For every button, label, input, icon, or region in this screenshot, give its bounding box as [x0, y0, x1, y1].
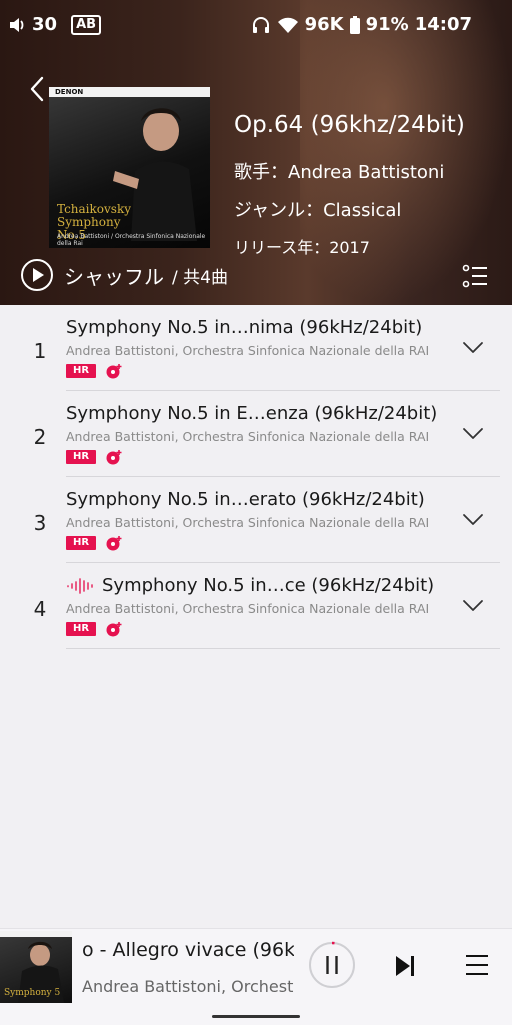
track-artist: Andrea Battistoni, Orchestra Sinfonica N… [66, 429, 430, 444]
cover-brand: DENON [55, 88, 84, 96]
now-playing-title[interactable]: o - Allegro vivace (96kHz/24bit) [82, 939, 294, 961]
ab-indicator: AB [71, 14, 102, 35]
album-release-year: リリース年：2017 [234, 238, 370, 257]
album-artist: 歌手：Andrea Battistoni [234, 162, 445, 183]
expand-icon[interactable] [462, 341, 484, 355]
cover-label-strip: DENON [49, 87, 210, 97]
album-genre: ジャンル：Classical [234, 200, 402, 221]
svg-text:Symphony 5: Symphony 5 [4, 988, 61, 998]
hr-badge: HR [66, 622, 96, 636]
hires-icon [106, 622, 122, 637]
track-artist: Andrea Battistoni, Orchestra Sinfonica N… [66, 343, 430, 358]
track-title: Symphony No.5 in…nima (96kHz/24bit) [66, 317, 423, 338]
volume-level: 30 [32, 14, 58, 35]
track-title: Symphony No.5 in E…enza (96kHz/24bit) [66, 403, 438, 424]
list-icon[interactable] [462, 264, 488, 288]
album-cover: DENON Tchaikovsky Symphony No.5 Andrea B… [49, 87, 210, 248]
cover-performers: Andrea Battistoni / Orchestra Sinfonica … [57, 233, 206, 247]
track-artist: Andrea Battistoni, Orchestra Sinfonica N… [66, 515, 430, 530]
battery-icon [349, 15, 360, 34]
track-number: 1 [33, 339, 47, 363]
hires-icon [106, 536, 122, 551]
track-number: 3 [33, 511, 47, 535]
clock: 14:07 [414, 14, 472, 35]
track-row[interactable]: 2 Symphony No.5 in E…enza (96kHz/24bit) … [0, 391, 512, 477]
expand-icon[interactable] [462, 599, 484, 613]
track-title: Symphony No.5 in…erato (96kHz/24bit) [66, 489, 425, 510]
home-indicator[interactable] [212, 1015, 300, 1018]
hires-icon [106, 450, 122, 465]
hr-badge: HR [66, 536, 96, 550]
divider [66, 648, 500, 649]
now-playing-artist[interactable]: Andrea Battistoni, Orchestra Sinfonica N… [82, 977, 294, 996]
track-badges: HR [66, 535, 124, 551]
track-number: 4 [33, 597, 47, 621]
menu-icon[interactable] [464, 953, 490, 977]
battery-level: 91% [365, 14, 409, 35]
album-title: Op.64 (96khz/24bit) [234, 112, 465, 138]
status-bar: 30 AB 96K 91% 14:07 [0, 0, 512, 58]
mini-album-cover[interactable]: Symphony 5 [0, 931, 72, 1003]
track-title: Symphony No.5 in…ce (96kHz/24bit) [66, 575, 434, 596]
next-icon[interactable] [392, 953, 418, 979]
hr-badge: HR [66, 364, 96, 378]
network-speed: 96K [304, 14, 344, 35]
volume-icon [10, 17, 24, 32]
track-list: 1 Symphony No.5 in…nima (96kHz/24bit) An… [0, 305, 512, 649]
album-info: Op.64 (96khz/24bit) 歌手：Andrea Battistoni… [234, 112, 465, 258]
expand-icon[interactable] [462, 427, 484, 441]
track-artist: Andrea Battistoni, Orchestra Sinfonica N… [66, 601, 430, 616]
track-badges: HR [66, 621, 124, 637]
track-badges: HR [66, 449, 124, 465]
shuffle-label: シャッフル [64, 264, 164, 289]
album-header: 30 AB 96K 91% 14:07 DENON Tchaikovsky Sy… [0, 0, 512, 305]
status-left: 30 AB [8, 14, 102, 35]
status-right: 96K 91% 14:07 [251, 14, 472, 35]
play-icon [21, 259, 53, 291]
shuffle-button[interactable]: シャッフル / 共4曲 [20, 258, 228, 292]
track-row[interactable]: 3 Symphony No.5 in…erato (96kHz/24bit) A… [0, 477, 512, 563]
back-icon[interactable] [24, 74, 52, 104]
hr-badge: HR [66, 450, 96, 464]
wifi-icon [277, 17, 298, 33]
track-badges: HR [66, 363, 124, 379]
expand-icon[interactable] [462, 513, 484, 527]
mini-conductor-image: Symphony 5 [4, 941, 64, 1003]
track-number: 2 [33, 425, 47, 449]
mini-player: Symphony 5 o - Allegro vivace (96kHz/24b… [0, 928, 512, 1025]
pause-icon[interactable] [308, 941, 356, 989]
hires-icon [106, 364, 122, 379]
track-count: / 共4曲 [172, 267, 228, 288]
track-row[interactable]: 4 Symphony No.5 in…ce (96kHz/24bit) Andr… [0, 563, 512, 649]
eq-playing-icon [67, 577, 93, 594]
track-row[interactable]: 1 Symphony No.5 in…nima (96kHz/24bit) An… [0, 305, 512, 391]
headphones-icon [252, 16, 269, 33]
